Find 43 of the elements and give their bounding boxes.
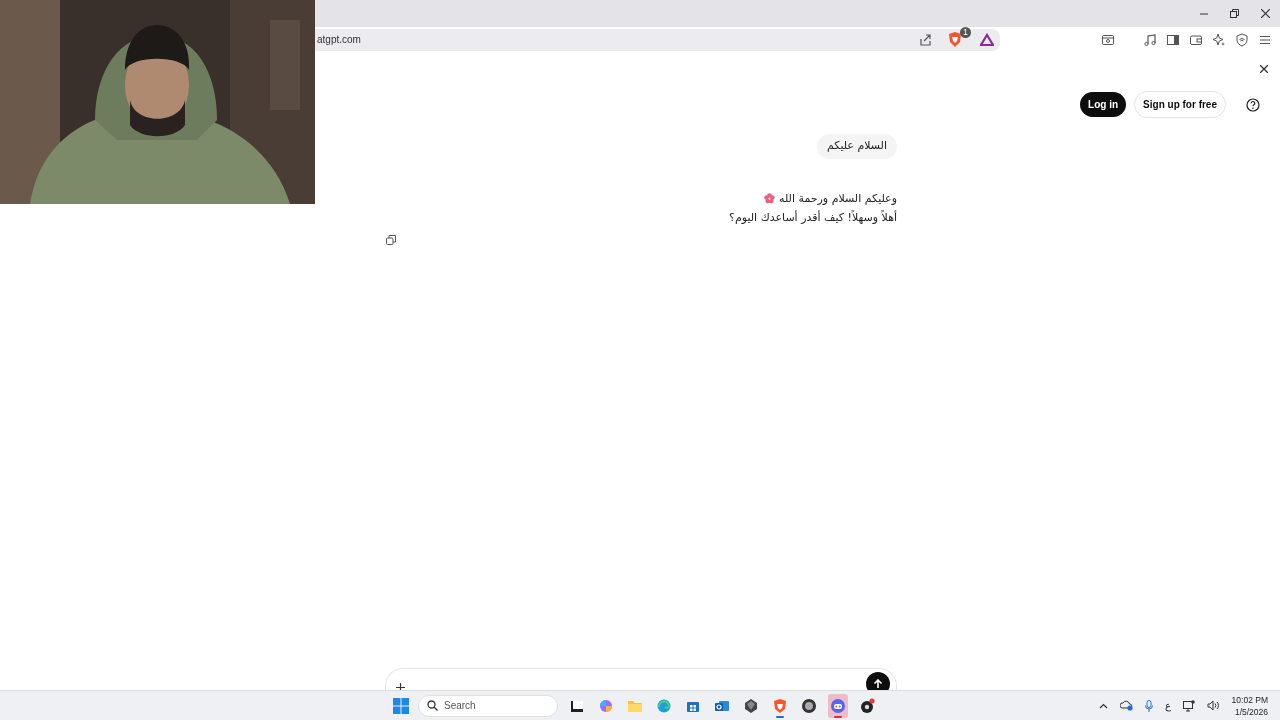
count-badge: 1 xyxy=(960,26,971,38)
start-icon[interactable] xyxy=(393,697,409,714)
wave-circle-icon xyxy=(656,697,672,714)
clock[interactable]: 10:02 PM 1/5/2026 xyxy=(1231,693,1268,718)
message-text: وعليكم السلام ورحمة الله xyxy=(779,190,897,207)
minimize-icon[interactable] xyxy=(1200,12,1208,15)
music-icon[interactable] xyxy=(1143,32,1157,47)
flower-icon xyxy=(764,192,776,204)
restore-icon[interactable] xyxy=(1230,9,1239,18)
speaker-icon[interactable] xyxy=(1206,700,1220,711)
close-icon[interactable] xyxy=(1261,9,1270,18)
send-button[interactable] xyxy=(866,672,890,690)
microphone-icon[interactable] xyxy=(1144,699,1153,712)
search-icon xyxy=(427,700,438,711)
controller-icon xyxy=(830,697,846,714)
lion-shield-icon[interactable] xyxy=(948,31,962,47)
signup-button[interactable]: Sign up for free xyxy=(1134,91,1226,118)
cloud-icon[interactable] xyxy=(1119,700,1133,711)
message-bubble: السلام عليكم xyxy=(817,134,897,159)
search-field[interactable]: Search xyxy=(418,694,558,717)
help-icon[interactable] xyxy=(1246,97,1260,112)
message-text: أهلاً وسهلاً! كيف أقدر أساعدك اليوم؟ xyxy=(729,209,897,226)
wallet-icon[interactable] xyxy=(1189,32,1203,47)
copy-icon[interactable] xyxy=(386,234,396,245)
share-icon[interactable] xyxy=(918,32,932,47)
cube-icon xyxy=(743,697,759,714)
ball-icon xyxy=(859,697,875,714)
sidebar-icon[interactable] xyxy=(1166,32,1180,47)
language-indicator[interactable]: ع xyxy=(1164,698,1171,713)
sparkle-icon[interactable] xyxy=(1212,32,1226,47)
lion-shield-icon xyxy=(772,697,788,714)
tab-search-icon[interactable] xyxy=(1101,32,1115,47)
url-text: atgpt.com xyxy=(317,33,361,47)
login-button[interactable]: Log in xyxy=(1080,92,1127,117)
chevron-up-icon[interactable] xyxy=(1098,702,1108,709)
vpn-shield-icon[interactable] xyxy=(1235,32,1249,47)
plus-icon[interactable] xyxy=(396,683,405,690)
arrow-up-icon xyxy=(873,679,883,689)
close-icon[interactable] xyxy=(1260,65,1268,73)
swirl-icon xyxy=(598,697,614,714)
network-icon[interactable] xyxy=(1182,699,1195,712)
triangle-icon[interactable] xyxy=(980,32,994,47)
address-bar[interactable]: atgpt.com 1 xyxy=(315,28,1000,51)
